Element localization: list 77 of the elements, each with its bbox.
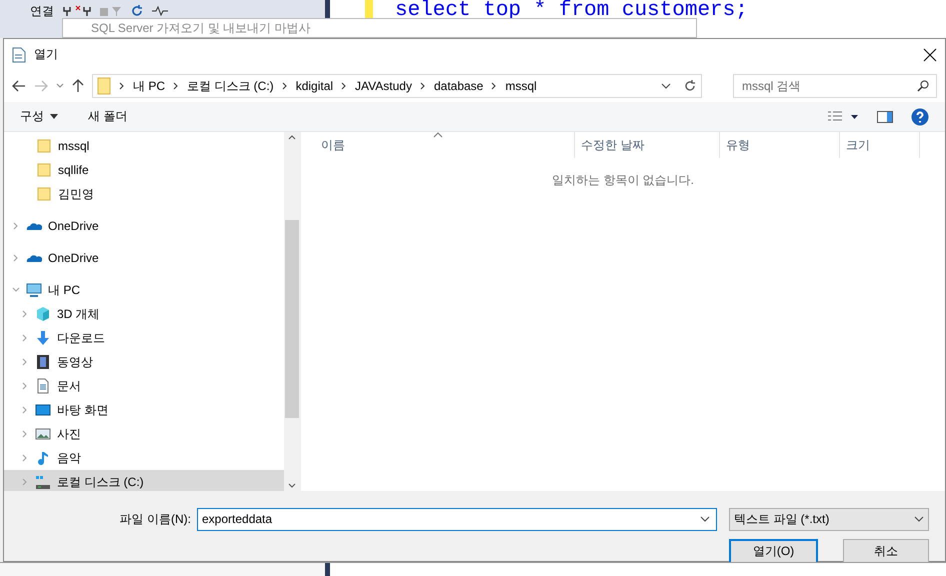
nav-item[interactable]: OneDrive bbox=[4, 214, 284, 238]
dialog-icon bbox=[12, 46, 26, 62]
chevron-down-icon[interactable] bbox=[700, 515, 710, 523]
column-header[interactable]: 수정한 날짜 bbox=[575, 132, 720, 158]
chevron-right-icon[interactable] bbox=[173, 82, 180, 90]
document-icon bbox=[35, 378, 51, 394]
file-name-field[interactable]: exporteddata bbox=[197, 508, 717, 530]
column-header[interactable]: 이름 bbox=[301, 132, 575, 158]
window-title: 열기 bbox=[34, 46, 59, 63]
refresh-icon[interactable] bbox=[130, 4, 144, 18]
chevron-right-icon[interactable] bbox=[491, 82, 498, 90]
cube-icon bbox=[35, 306, 51, 322]
column-header[interactable]: 유형 bbox=[720, 132, 840, 158]
scroll-down-icon[interactable] bbox=[288, 483, 296, 489]
film-icon bbox=[35, 354, 51, 370]
music-note-icon bbox=[35, 450, 51, 466]
chevron-right-icon[interactable] bbox=[420, 82, 426, 90]
nav-item[interactable]: 내 PC bbox=[4, 278, 284, 302]
chevron-down-icon bbox=[914, 515, 924, 523]
breadcrumb[interactable]: mssql bbox=[505, 79, 537, 93]
recent-locations-button[interactable] bbox=[56, 82, 64, 90]
image-icon bbox=[35, 426, 51, 442]
breadcrumb[interactable]: database bbox=[434, 79, 484, 93]
nav-item[interactable]: OneDrive bbox=[4, 246, 284, 270]
back-button[interactable] bbox=[12, 80, 26, 92]
nav-item[interactable]: 김민영 bbox=[4, 182, 284, 206]
download-arrow-icon bbox=[35, 330, 51, 346]
nav-item[interactable]: mssql bbox=[4, 134, 284, 158]
chevron-right-icon[interactable] bbox=[341, 82, 348, 90]
cancel-button[interactable]: 취소 bbox=[843, 538, 929, 564]
nav-item[interactable]: 바탕 화면 bbox=[4, 398, 284, 422]
preview-pane-icon[interactable] bbox=[877, 110, 893, 122]
view-options-icon[interactable] bbox=[827, 110, 859, 122]
breadcrumb[interactable]: kdigital bbox=[296, 79, 334, 93]
folder-icon bbox=[36, 138, 52, 154]
column-header[interactable]: 크기 bbox=[840, 132, 920, 158]
scrollbar-thumb[interactable] bbox=[285, 220, 299, 418]
search-field[interactable]: mssql 검색 bbox=[733, 74, 937, 98]
folder-icon bbox=[36, 162, 52, 178]
chevron-down-icon[interactable] bbox=[661, 82, 671, 90]
computer-icon bbox=[26, 282, 42, 298]
breadcrumb[interactable]: JAVAstudy bbox=[355, 79, 412, 93]
folder-icon bbox=[97, 77, 111, 95]
file-name-label: 파일 이름(N): bbox=[120, 510, 191, 528]
nav-item[interactable]: sqllife bbox=[4, 158, 284, 182]
nav-item[interactable]: 동영상 bbox=[4, 350, 284, 374]
search-icon bbox=[917, 80, 929, 92]
nav-item[interactable]: 사진 bbox=[4, 422, 284, 446]
file-type-select[interactable]: 텍스트 파일 (*.txt) bbox=[729, 508, 929, 530]
nav-item[interactable]: 로컬 디스크 (C:) bbox=[4, 470, 284, 491]
help-icon[interactable] bbox=[911, 108, 929, 126]
sql-code: select top * from customers; bbox=[395, 0, 748, 22]
address-bar[interactable]: 내 PC 로컬 디스크 (C:) kdigital JAVAstudy database mssql bbox=[92, 74, 702, 98]
activity-icon[interactable] bbox=[152, 5, 168, 17]
breadcrumb[interactable]: 로컬 디스크 (C:) bbox=[187, 78, 274, 94]
chevron-right-icon[interactable] bbox=[282, 82, 288, 90]
window-title: SQL Server 가져오기 및 내보내기 마법사 bbox=[91, 20, 311, 36]
folder-icon bbox=[36, 186, 52, 202]
open-button[interactable]: 열기(O) bbox=[729, 538, 818, 564]
scroll-up-icon[interactable] bbox=[288, 134, 296, 140]
nav-item[interactable]: 3D 개체 bbox=[4, 302, 284, 326]
breadcrumb[interactable]: 내 PC bbox=[133, 78, 166, 94]
toolbar-label[interactable]: 연결 bbox=[30, 2, 54, 20]
plug-icon[interactable] bbox=[62, 5, 122, 17]
nav-item[interactable]: 다운로드 bbox=[4, 326, 284, 350]
organize-menu[interactable]: 구성 bbox=[20, 108, 58, 125]
monitor-icon bbox=[35, 402, 51, 418]
nav-item[interactable]: 문서 bbox=[4, 374, 284, 398]
nav-item[interactable]: 음악 bbox=[4, 446, 284, 470]
empty-message: 일치하는 항목이 없습니다. bbox=[550, 172, 695, 189]
chevron-right-icon[interactable] bbox=[119, 82, 125, 90]
close-button[interactable] bbox=[923, 48, 937, 62]
drive-icon bbox=[35, 474, 51, 490]
sort-caret-icon bbox=[432, 132, 442, 138]
up-button[interactable] bbox=[72, 79, 84, 93]
caret-icon bbox=[50, 114, 58, 119]
new-folder-button[interactable]: 새 폴더 bbox=[88, 108, 128, 125]
